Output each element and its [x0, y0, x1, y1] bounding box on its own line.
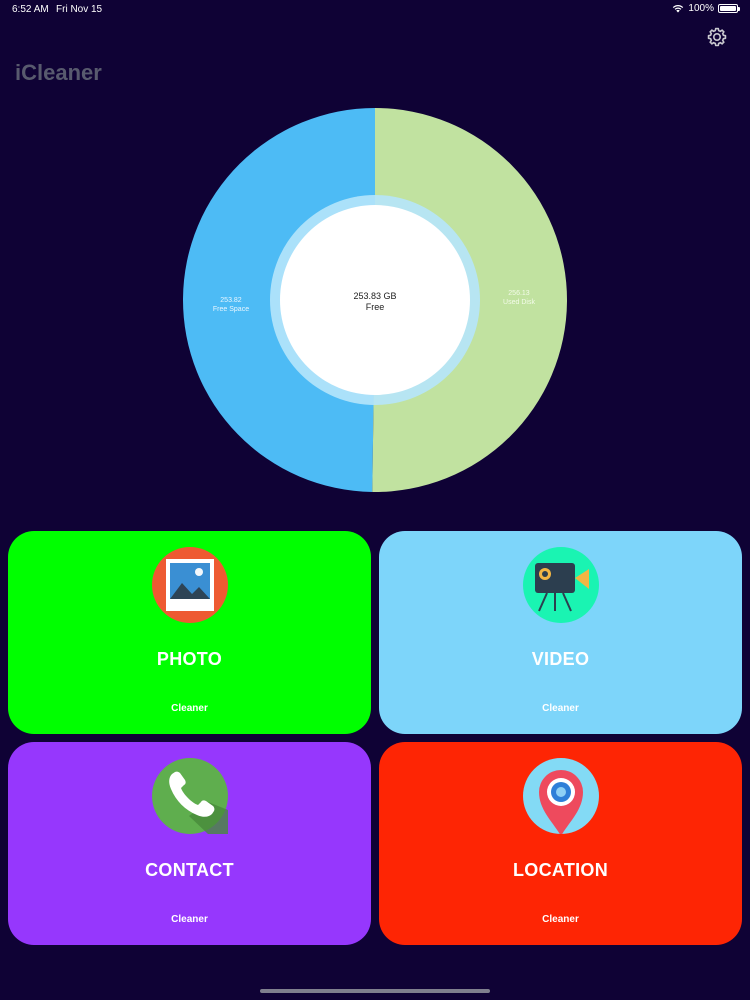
- location-tile-label: LOCATION: [512, 860, 609, 880]
- gear-icon: [707, 27, 727, 47]
- phone-icon: [151, 758, 228, 834]
- storage-donut: 253.83 GB Free 253.82 Free Space 256.13 …: [182, 108, 567, 492]
- photo-tile-label: PHOTO: [156, 649, 223, 669]
- contact-tile-label: CONTACT: [145, 860, 234, 880]
- video-tile-label: VIDEO: [531, 649, 590, 669]
- used-disk-label: Used Disk: [503, 299, 535, 306]
- contact-cleaner-tile[interactable]: CONTACT Cleaner: [8, 742, 371, 945]
- status-bar: 6:52 AM Fri Nov 15 100%: [0, 0, 750, 20]
- app-title: iCleaner: [15, 60, 102, 85]
- video-camera-icon: [522, 547, 599, 623]
- settings-button[interactable]: [705, 25, 729, 49]
- free-space-label: Free Space: [213, 306, 249, 313]
- video-cleaner-tile[interactable]: VIDEO Cleaner: [379, 531, 742, 734]
- location-cleaner-tile[interactable]: LOCATION Cleaner: [379, 742, 742, 945]
- status-indicators: 100%: [672, 3, 740, 14]
- used-disk-value: 256.13: [508, 290, 530, 297]
- location-tile-sublabel: Cleaner: [542, 914, 579, 925]
- photo-cleaner-tile[interactable]: PHOTO Cleaner: [8, 531, 371, 734]
- battery-icon: [718, 4, 740, 13]
- status-date: Fri Nov 15: [56, 4, 103, 15]
- photo-tile-sublabel: Cleaner: [171, 703, 208, 714]
- chart-center-label: Free: [366, 302, 385, 312]
- contact-tile-sublabel: Cleaner: [171, 914, 208, 925]
- chart-center-value: 253.83 GB: [353, 291, 396, 301]
- video-tile-sublabel: Cleaner: [542, 703, 579, 714]
- location-pin-icon: [522, 758, 599, 834]
- photo-icon: [151, 547, 228, 623]
- free-space-value: 253.82: [220, 297, 242, 304]
- home-indicator[interactable]: [260, 989, 490, 993]
- battery-percent: 100%: [688, 3, 714, 14]
- status-time: 6:52 AM: [12, 4, 49, 15]
- storage-chart: 253.83 GB Free 253.82 Free Space 256.13 …: [180, 105, 570, 495]
- wifi-icon: [673, 4, 684, 13]
